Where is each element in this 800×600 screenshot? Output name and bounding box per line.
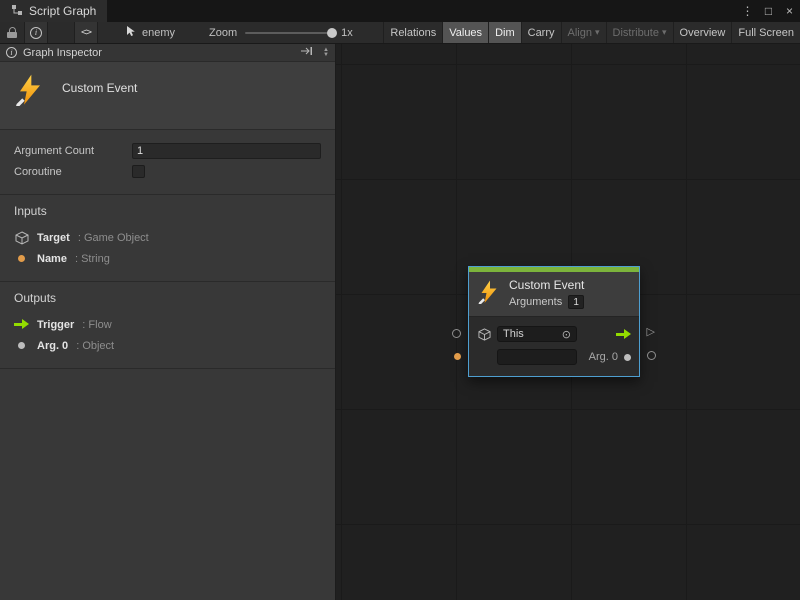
- output-trigger-row: Trigger : Flow: [14, 314, 321, 335]
- info-icon: i: [30, 27, 42, 39]
- info-icon: i: [6, 47, 17, 58]
- cube-icon: [477, 328, 492, 341]
- inspector-empty-area: [0, 369, 335, 600]
- coroutine-checkbox[interactable]: [132, 165, 145, 178]
- window-menu-button[interactable]: ⋮: [737, 0, 758, 22]
- argument-count-label: Argument Count: [14, 145, 132, 157]
- relations-button[interactable]: Relations: [383, 22, 442, 43]
- overview-button[interactable]: Overview: [673, 22, 732, 43]
- zoom-control: Zoom 1x: [209, 22, 353, 43]
- node-arguments-row: Arguments: [509, 295, 584, 309]
- input-target-row: Target : Game Object: [14, 227, 321, 248]
- zoom-label: Zoom: [209, 27, 237, 39]
- argument-count-row: Argument Count: [14, 140, 321, 161]
- node-target-row: This ⊙: [477, 324, 631, 344]
- cursor-icon: [126, 25, 137, 40]
- event-fields: Argument Count Coroutine: [0, 130, 335, 195]
- string-input-port[interactable]: [454, 353, 461, 360]
- inspector-title: Graph Inspector: [23, 47, 102, 59]
- graph-breadcrumb[interactable]: enemy: [126, 22, 175, 43]
- scroll-spinner[interactable]: ▲ ▼: [323, 48, 329, 58]
- output-arg0-row: Arg. 0 : Object: [14, 335, 321, 356]
- string-port-icon: [14, 255, 29, 262]
- outputs-section: Outputs Trigger : Flow Arg. 0 : Object: [0, 282, 335, 369]
- event-header-block: Custom Event: [0, 62, 335, 130]
- coroutine-label: Coroutine: [14, 166, 132, 178]
- window-close-button[interactable]: ×: [779, 0, 800, 22]
- object-picker-icon[interactable]: ⊙: [562, 328, 571, 341]
- dim-button[interactable]: Dim: [488, 22, 521, 43]
- distribute-dropdown-button[interactable]: Distribute▾: [606, 22, 673, 43]
- custom-event-icon: [477, 280, 501, 307]
- code-view-button[interactable]: <>: [74, 22, 98, 43]
- chevron-down-icon: ▾: [595, 27, 600, 38]
- arguments-count-input[interactable]: [568, 295, 584, 309]
- fullscreen-button[interactable]: Full Screen: [731, 22, 800, 43]
- arg0-output-port[interactable]: [624, 354, 631, 361]
- argument-count-input[interactable]: [132, 143, 321, 159]
- coroutine-row: Coroutine: [14, 161, 321, 182]
- zoom-value: 1x: [341, 27, 353, 39]
- custom-event-node[interactable]: Custom Event Arguments This ⊙: [468, 266, 640, 377]
- graph-toolbar: i <> enemy Zoom 1x Relations Values Dim …: [0, 22, 800, 44]
- tab-title: Script Graph: [29, 4, 96, 18]
- graph-canvas[interactable]: Custom Event Arguments This ⊙: [336, 44, 800, 600]
- node-title: Custom Event: [509, 278, 584, 292]
- arg0-connection-port[interactable]: [647, 351, 656, 360]
- name-input-port[interactable]: [452, 329, 461, 338]
- node-arg0-row: Arg. 0: [477, 347, 631, 367]
- inputs-title: Inputs: [14, 204, 321, 218]
- lock-icon: [7, 27, 17, 38]
- trigger-output-port[interactable]: [616, 329, 631, 340]
- tab-script-graph[interactable]: Script Graph: [0, 0, 107, 22]
- code-icon: <>: [81, 27, 91, 38]
- inspector-header: i Graph Inspector ▲ ▼: [0, 44, 335, 62]
- object-port-icon: [14, 342, 29, 349]
- carry-button[interactable]: Carry: [521, 22, 561, 43]
- main-content: i Graph Inspector ▲ ▼ Custom Event: [0, 44, 800, 600]
- arguments-label: Arguments: [509, 296, 562, 308]
- titlebar-spacer: [107, 0, 737, 22]
- window-maximize-button[interactable]: □: [758, 0, 779, 22]
- custom-event-icon: [14, 74, 46, 109]
- graph-inspector-panel: i Graph Inspector ▲ ▼ Custom Event: [0, 44, 336, 600]
- arg0-output-label: Arg. 0: [589, 351, 618, 363]
- node-header[interactable]: Custom Event Arguments: [469, 272, 639, 317]
- flow-connection-port[interactable]: ▷: [647, 327, 655, 337]
- lock-icon-button[interactable]: [0, 22, 24, 43]
- arg0-value-input[interactable]: [497, 349, 577, 365]
- zoom-slider-handle[interactable]: [327, 28, 337, 38]
- zoom-slider[interactable]: [245, 32, 333, 34]
- dock-panel-icon[interactable]: [300, 46, 313, 59]
- chevron-down-icon: ▾: [662, 27, 667, 38]
- window-titlebar: Script Graph ⋮ □ ×: [0, 0, 800, 22]
- inspector-toggle-button[interactable]: i: [24, 22, 48, 43]
- cube-icon: [14, 231, 29, 245]
- target-object-field[interactable]: This ⊙: [497, 326, 577, 342]
- flow-arrow-icon: [14, 319, 29, 330]
- values-button[interactable]: Values: [442, 22, 488, 43]
- outputs-title: Outputs: [14, 291, 321, 305]
- node-body: This ⊙ Arg. 0: [469, 317, 639, 376]
- inputs-section: Inputs Target : Game Object Name : Strin…: [0, 195, 335, 282]
- input-name-row: Name : String: [14, 248, 321, 269]
- align-dropdown-button[interactable]: Align▾: [561, 22, 606, 43]
- event-title: Custom Event: [62, 81, 137, 95]
- toolbar-button-group: Relations Values Dim Carry Align▾ Distri…: [383, 22, 800, 43]
- script-graph-icon: [11, 4, 23, 19]
- graph-name-label: enemy: [142, 27, 175, 39]
- target-value: This: [503, 328, 524, 340]
- spinner-down-icon[interactable]: ▼: [323, 53, 329, 58]
